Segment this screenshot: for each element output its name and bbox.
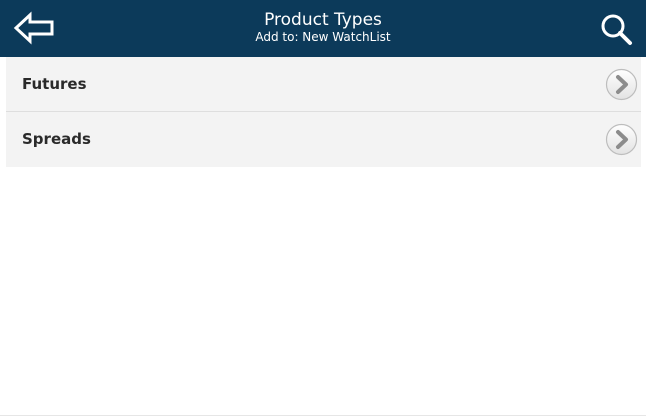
back-arrow-icon (13, 11, 54, 45)
list-item-spreads[interactable]: Spreads (6, 112, 641, 167)
header-title-block: Product Types Add to: New WatchList (120, 10, 526, 44)
search-button[interactable] (598, 9, 636, 49)
list-item-label: Spreads (22, 130, 91, 148)
header-bar: Product Types Add to: New WatchList (0, 0, 646, 57)
chevron-right-icon[interactable] (605, 68, 638, 101)
back-button[interactable] (10, 8, 60, 48)
list-item-label: Futures (22, 75, 87, 93)
search-icon (601, 14, 632, 45)
chevron-right-icon[interactable] (605, 123, 638, 156)
bottom-divider (0, 415, 646, 416)
page-subtitle: Add to: New WatchList (255, 30, 391, 44)
product-type-list: Futures Spreads (6, 57, 641, 167)
list-item-futures[interactable]: Futures (6, 57, 641, 112)
page-title: Product Types (264, 10, 382, 30)
